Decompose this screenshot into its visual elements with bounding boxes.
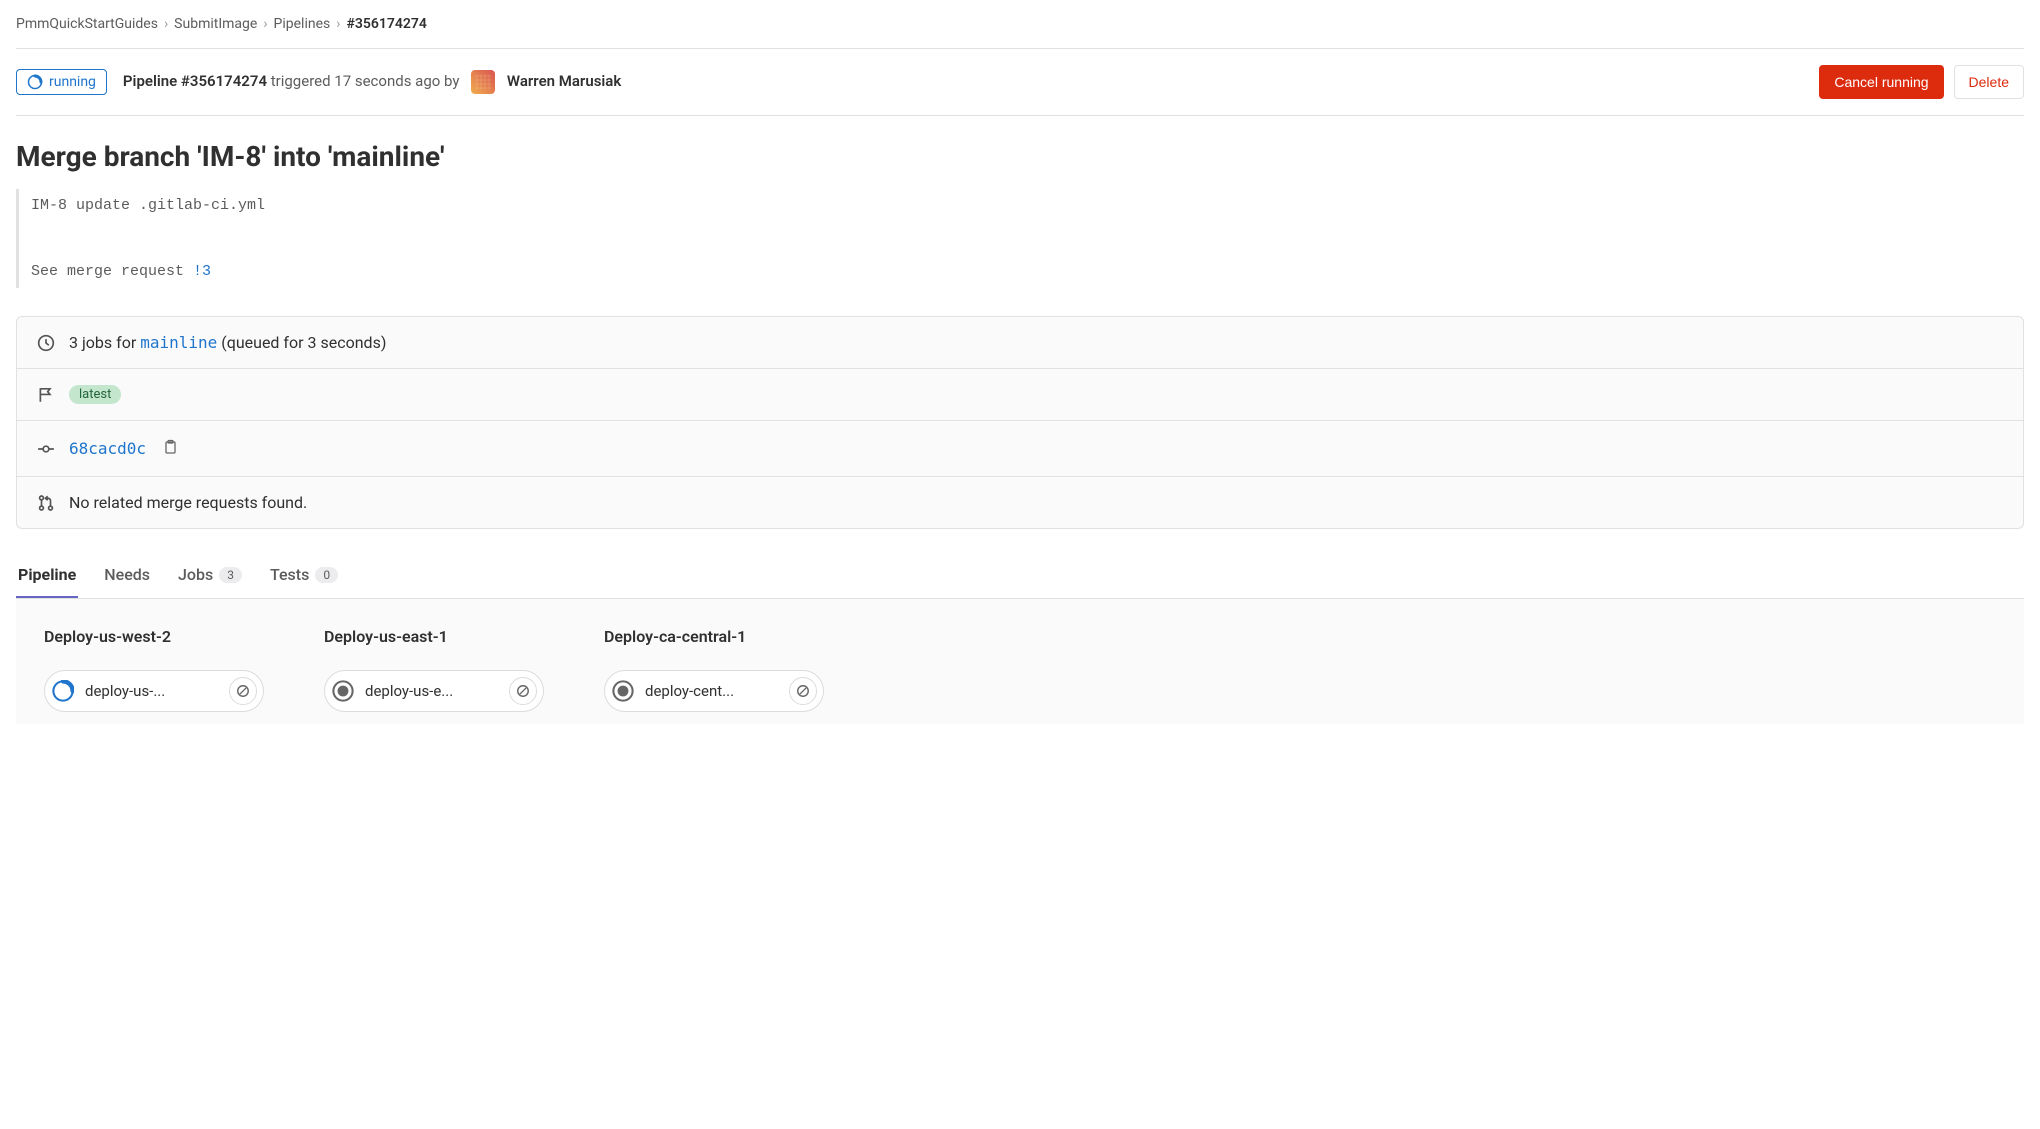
mr-text: No related merge requests found. — [69, 493, 307, 512]
tab-label: Jobs — [178, 565, 213, 584]
tab-label: Tests — [270, 565, 309, 584]
manual-icon — [612, 680, 634, 702]
manual-icon — [332, 680, 354, 702]
running-icon — [52, 680, 74, 702]
job-cancel-button[interactable] — [229, 677, 257, 705]
job-pill[interactable]: deploy-us-e... — [324, 670, 544, 712]
tab-label: Pipeline — [18, 565, 76, 584]
stage-name: Deploy-us-east-1 — [324, 627, 544, 646]
breadcrumb: PmmQuickStartGuides › SubmitImage › Pipe… — [16, 16, 2024, 49]
cancel-running-button[interactable]: Cancel running — [1819, 65, 1943, 99]
job-name: deploy-us-e... — [365, 682, 499, 700]
job-pill[interactable]: deploy-cent... — [604, 670, 824, 712]
pipeline-header: running Pipeline #356174274 triggered 17… — [16, 49, 2024, 116]
tab-jobs[interactable]: Jobs 3 — [176, 553, 244, 598]
tab-badge: 3 — [219, 567, 242, 583]
flag-icon — [37, 386, 55, 404]
jobs-suffix: (queued for 3 seconds) — [221, 333, 386, 352]
tabs: Pipeline Needs Jobs 3 Tests 0 — [16, 553, 2024, 599]
pipeline-graph: Deploy-us-west-2 deploy-us-... Deploy-us… — [16, 599, 2024, 724]
cancel-icon — [516, 684, 530, 698]
job-name: deploy-cent... — [645, 682, 779, 700]
jobs-summary: 3 jobs for mainline (queued for 3 second… — [69, 333, 386, 352]
cancel-icon — [236, 684, 250, 698]
commit-message-line: IM-8 update .gitlab-ci.yml — [31, 189, 2024, 222]
tab-label: Needs — [104, 565, 150, 584]
status-badge-running[interactable]: running — [16, 69, 107, 95]
stage-name: Deploy-ca-central-1 — [604, 627, 824, 646]
cancel-icon — [796, 684, 810, 698]
breadcrumb-item[interactable]: Pipelines — [274, 16, 331, 32]
pipeline-info-box: 3 jobs for mainline (queued for 3 second… — [16, 316, 2024, 529]
running-icon — [27, 74, 43, 90]
stage-name: Deploy-us-west-2 — [44, 627, 264, 646]
tab-tests[interactable]: Tests 0 — [268, 553, 340, 598]
commit-icon — [37, 440, 55, 458]
pipeline-header-left: running Pipeline #356174274 triggered 17… — [16, 69, 621, 95]
breadcrumb-item[interactable]: PmmQuickStartGuides — [16, 16, 158, 32]
branch-link[interactable]: mainline — [140, 333, 217, 352]
merge-request-icon — [37, 494, 55, 512]
header-actions: Cancel running Delete — [1819, 65, 2024, 99]
job-status-manual — [331, 679, 355, 703]
job-pill[interactable]: deploy-us-... — [44, 670, 264, 712]
breadcrumb-separator: › — [263, 16, 267, 32]
info-row-jobs: 3 jobs for mainline (queued for 3 second… — [17, 317, 2023, 369]
tab-pipeline[interactable]: Pipeline — [16, 553, 78, 598]
breadcrumb-separator: › — [336, 16, 340, 32]
jobs-count: 3 — [69, 333, 78, 352]
tab-badge: 0 — [315, 567, 338, 583]
stage: Deploy-ca-central-1 deploy-cent... — [604, 627, 824, 712]
commit-message-line: See merge request !3 — [31, 255, 2024, 288]
commit-sha-link[interactable]: 68cacd0c — [69, 439, 146, 458]
clipboard-icon — [162, 439, 178, 455]
jobs-prefix: jobs for — [82, 333, 136, 352]
page-title: Merge branch 'IM-8' into 'mainline' — [16, 140, 2024, 173]
stage: Deploy-us-west-2 deploy-us-... — [44, 627, 264, 712]
info-row-mr: No related merge requests found. — [17, 477, 2023, 528]
job-cancel-button[interactable] — [509, 677, 537, 705]
stage: Deploy-us-east-1 deploy-us-e... — [324, 627, 544, 712]
job-name: deploy-us-... — [85, 682, 219, 700]
pipeline-author[interactable]: Warren Marusiak — [507, 72, 621, 90]
merge-request-link[interactable]: !3 — [193, 263, 211, 280]
job-cancel-button[interactable] — [789, 677, 817, 705]
breadcrumb-item[interactable]: SubmitImage — [174, 16, 257, 32]
clock-icon — [37, 334, 55, 352]
commit-mr-prefix: See merge request — [31, 263, 193, 280]
info-row-latest: latest — [17, 369, 2023, 421]
avatar[interactable] — [471, 70, 495, 94]
status-badge-label: running — [49, 74, 96, 90]
pipeline-id: Pipeline #356174274 — [123, 72, 267, 90]
breadcrumb-current: #356174274 — [346, 16, 426, 32]
pipeline-info: Pipeline #356174274 triggered 17 seconds… — [123, 70, 621, 94]
job-status-running — [51, 679, 75, 703]
breadcrumb-separator: › — [164, 16, 168, 32]
delete-button[interactable]: Delete — [1954, 65, 2024, 99]
job-status-manual — [611, 679, 635, 703]
pipeline-triggered-text: triggered 17 seconds ago by — [271, 72, 460, 90]
tab-needs[interactable]: Needs — [102, 553, 152, 598]
info-row-commit: 68cacd0c — [17, 421, 2023, 477]
copy-sha-button[interactable] — [160, 437, 180, 460]
commit-message: IM-8 update .gitlab-ci.yml See merge req… — [16, 189, 2024, 288]
latest-badge: latest — [69, 385, 121, 404]
